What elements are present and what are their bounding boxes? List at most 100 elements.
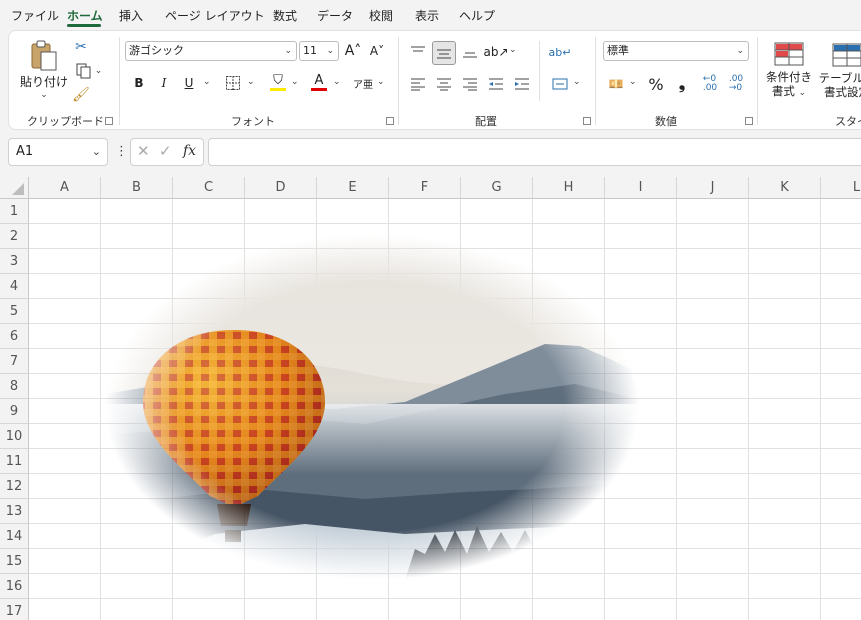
chevron-down-icon[interactable]: ⌄ [377, 77, 385, 87]
chevron-down-icon[interactable]: ⌄ [333, 77, 341, 87]
column-header-i[interactable]: I [605, 177, 677, 199]
dialog-launcher-icon[interactable] [583, 117, 591, 125]
column-header-a[interactable]: A [29, 177, 101, 199]
chevron-down-icon[interactable]: ⌄ [291, 77, 299, 87]
italic-button[interactable]: I [154, 73, 174, 93]
font-name-select[interactable]: 游ゴシック ⌄ [125, 41, 297, 61]
cancel-icon[interactable]: ✕ [137, 142, 150, 160]
formula-input[interactable] [208, 138, 861, 166]
row-header-4[interactable]: 4 [0, 274, 29, 299]
row-header-5[interactable]: 5 [0, 299, 29, 324]
fill-color-button[interactable]: ⛉ [267, 71, 289, 93]
wrap-text-button[interactable]: ab↵ [549, 41, 572, 63]
dialog-launcher-icon[interactable] [386, 117, 394, 125]
chevron-down-icon[interactable]: ⌄ [203, 77, 211, 87]
more-options-icon[interactable]: ⋮ [115, 144, 128, 159]
chevron-down-icon[interactable]: ⌄ [509, 45, 517, 55]
styles-group-label: スタイル [835, 115, 861, 128]
row-header-7[interactable]: 7 [0, 349, 29, 374]
name-box[interactable]: A1 ⌄ [8, 138, 108, 166]
underline-button[interactable]: U [179, 73, 199, 93]
format-as-table-button[interactable]: テーブルと 書式設定 [817, 39, 861, 103]
row-header-10[interactable]: 10 [0, 424, 29, 449]
bold-button[interactable]: B [129, 73, 149, 93]
decrease-font-button[interactable]: A˅ [367, 41, 387, 61]
row-header-13[interactable]: 13 [0, 499, 29, 524]
column-header-f[interactable]: F [389, 177, 461, 199]
dialog-launcher-icon[interactable] [745, 117, 753, 125]
select-all-corner[interactable] [0, 177, 29, 199]
column-header-b[interactable]: B [101, 177, 173, 199]
row-header-14[interactable]: 14 [0, 524, 29, 549]
increase-decimal-button[interactable]: ←0.00 [699, 73, 721, 95]
row-header-9[interactable]: 9 [0, 399, 29, 424]
row-header-3[interactable]: 3 [0, 249, 29, 274]
column-header-k[interactable]: K [749, 177, 821, 199]
balloon-picture[interactable] [105, 234, 640, 580]
row-header-15[interactable]: 15 [0, 549, 29, 574]
menu-file[interactable]: ファイル [11, 7, 59, 24]
row-header-17[interactable]: 17 [0, 599, 29, 620]
decrease-decimal-button[interactable]: .00 →0 [725, 73, 747, 95]
chevron-down-icon[interactable]: ⌄ [629, 77, 637, 87]
paste-label: 貼り付け [19, 75, 68, 89]
cut-button[interactable]: ✂ [71, 37, 91, 57]
merge-center-button[interactable] [549, 73, 571, 95]
chevron-down-icon[interactable]: ⌄ [247, 77, 255, 87]
align-left-button[interactable] [407, 73, 429, 95]
currency-icon: 💴 [608, 77, 624, 91]
align-right-button[interactable] [459, 73, 481, 95]
column-header-d[interactable]: D [245, 177, 317, 199]
font-color-button[interactable]: A [309, 71, 329, 93]
merge-cells-icon [552, 78, 568, 90]
menu-home[interactable]: ホーム [67, 7, 103, 24]
align-bottom-button[interactable] [459, 41, 481, 63]
borders-button[interactable] [223, 73, 243, 93]
row-header-1[interactable]: 1 [0, 199, 29, 224]
format-painter-button[interactable]: 🖌 [71, 85, 91, 105]
align-center-button[interactable] [433, 73, 455, 95]
row-header-16[interactable]: 16 [0, 574, 29, 599]
phonetic-button[interactable]: ア亜 [353, 73, 373, 93]
copy-button[interactable]: ⌄ [71, 61, 107, 81]
menu-data[interactable]: データ [317, 7, 353, 24]
alignment-group-label: 配置 [475, 115, 497, 128]
menu-insert[interactable]: 挿入 [119, 7, 143, 24]
column-header-l[interactable]: L [821, 177, 861, 199]
increase-indent-button[interactable] [511, 73, 533, 95]
column-header-h[interactable]: H [533, 177, 605, 199]
chevron-down-icon[interactable]: ⌄ [573, 77, 581, 87]
enter-icon[interactable]: ✓ [159, 142, 172, 160]
font-size-select[interactable]: 11 ⌄ [299, 41, 339, 61]
column-header-e[interactable]: E [317, 177, 389, 199]
percent-button[interactable]: % [645, 73, 667, 95]
comma-button[interactable]: ❟ [671, 73, 693, 95]
column-header-c[interactable]: C [173, 177, 245, 199]
conditional-formatting-button[interactable]: 条件付き 書式 ⌄ [763, 39, 815, 103]
menu-view[interactable]: 表示 [415, 7, 439, 24]
menu-formulas[interactable]: 数式 [273, 7, 297, 24]
menu-help[interactable]: ヘルプ [459, 7, 495, 24]
column-header-j[interactable]: J [677, 177, 749, 199]
menu-page-layout[interactable]: ページ レイアウト [165, 7, 265, 24]
group-divider [539, 41, 540, 101]
menu-review[interactable]: 校閲 [369, 7, 393, 24]
currency-button[interactable]: 💴 [605, 73, 627, 95]
row-header-8[interactable]: 8 [0, 374, 29, 399]
orientation-button[interactable]: ab↗ [483, 41, 508, 63]
row-header-12[interactable]: 12 [0, 474, 29, 499]
align-top-button[interactable] [407, 41, 429, 63]
chevron-down-icon: ⌄ [798, 88, 807, 98]
column-header-g[interactable]: G [461, 177, 533, 199]
decrease-indent-button[interactable] [485, 73, 507, 95]
insert-function-button[interactable]: fx [183, 143, 196, 159]
dialog-launcher-icon[interactable] [105, 117, 113, 125]
row-header-6[interactable]: 6 [0, 324, 29, 349]
align-middle-button[interactable] [432, 41, 456, 65]
increase-font-button[interactable]: A˄ [343, 41, 363, 61]
number-format-select[interactable]: 標準 ⌄ [603, 41, 749, 61]
row-header-11[interactable]: 11 [0, 449, 29, 474]
paste-button[interactable]: 貼り付け ⌄ [19, 35, 69, 105]
row-header-2[interactable]: 2 [0, 224, 29, 249]
align-top-icon [411, 46, 425, 52]
